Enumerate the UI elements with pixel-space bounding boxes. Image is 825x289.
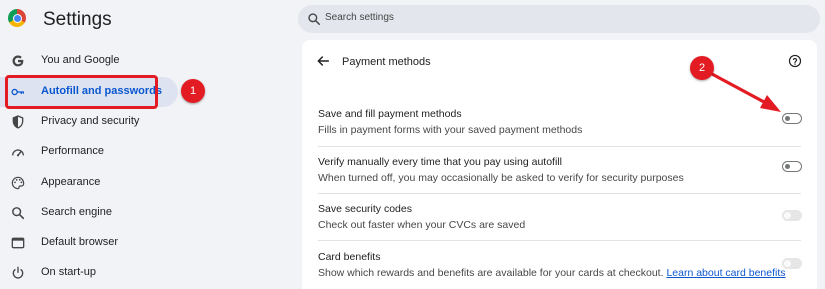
page-title: Payment methods [342, 56, 431, 68]
palette-icon [11, 176, 25, 190]
back-arrow-icon[interactable] [315, 53, 331, 69]
save-security-codes-toggle[interactable] [782, 210, 802, 221]
browser-window-icon [11, 237, 25, 249]
panel-header: Payment methods [302, 40, 817, 85]
annotation-step-badge: 1 [181, 79, 205, 103]
sidebar-item-label: Performance [41, 145, 104, 157]
sidebar-item-appearance[interactable]: Appearance [0, 168, 180, 198]
search-icon [12, 207, 25, 220]
sidebar-item-label: Appearance [41, 176, 101, 188]
sidebar-item-you-and-google[interactable]: You and Google [0, 46, 180, 76]
setting-row-save-security-codes: Save security codes Check out faster whe… [302, 193, 817, 241]
sidebar-item-label: On start-up [41, 266, 97, 278]
setting-row-verify-manually: Verify manually every time that you pay … [302, 146, 817, 194]
sidebar-item-label: Search engine [41, 206, 112, 218]
setting-row-card-benefits: Card benefits Show which rewards and ben… [302, 241, 817, 289]
sidebar-item-privacy-and-security[interactable]: Privacy and security [0, 107, 180, 137]
setting-title: Card benefits [318, 251, 381, 263]
sidebar-item-label: You and Google [41, 54, 120, 66]
setting-description: Check out faster when your CVCs are save… [318, 219, 526, 231]
search-icon [308, 13, 321, 26]
setting-description: When turned off, you may occasionally be… [318, 172, 684, 184]
chrome-logo-icon [8, 9, 26, 27]
help-icon[interactable] [788, 54, 802, 68]
setting-description: Show which rewards and benefits are avai… [318, 267, 786, 279]
shield-icon [12, 115, 24, 129]
google-g-icon [12, 55, 24, 67]
setting-description: Fills in payment forms with your saved p… [318, 124, 583, 136]
setting-title: Save security codes [318, 203, 412, 215]
verify-manually-toggle[interactable] [782, 161, 802, 172]
power-icon [12, 266, 24, 279]
search-input[interactable]: Search settings [298, 5, 820, 33]
sidebar-item-label: Privacy and security [41, 115, 140, 127]
search-placeholder: Search settings [325, 12, 394, 23]
setting-title: Save and fill payment methods [318, 108, 462, 120]
learn-about-card-benefits-link[interactable]: Learn about card benefits [666, 267, 785, 279]
save-and-fill-toggle[interactable] [782, 113, 802, 124]
payment-methods-panel: Payment methods Save and fill payment me… [302, 40, 817, 289]
top-bar: Settings Search settings [0, 0, 825, 40]
sidebar-item-label: Default browser [41, 236, 119, 248]
card-benefits-toggle[interactable] [782, 258, 802, 269]
sidebar-item-search-engine[interactable]: Search engine [0, 198, 180, 228]
sidebar-item-on-start-up[interactable]: On start-up [0, 258, 180, 288]
speedometer-icon [12, 149, 24, 157]
app-title: Settings [43, 9, 112, 30]
card-benefits-text: Show which rewards and benefits are avai… [318, 267, 664, 279]
sidebar-item-default-browser[interactable]: Default browser [0, 228, 180, 258]
setting-title: Verify manually every time that you pay … [318, 156, 562, 168]
sidebar: You and Google Autofill and passwords Pr… [0, 40, 290, 289]
sidebar-item-performance[interactable]: Performance [0, 137, 180, 167]
setting-row-save-and-fill: Save and fill payment methods Fills in p… [302, 98, 817, 146]
annotation-step-badge: 2 [690, 56, 714, 80]
annotation-highlight-box [5, 75, 158, 109]
